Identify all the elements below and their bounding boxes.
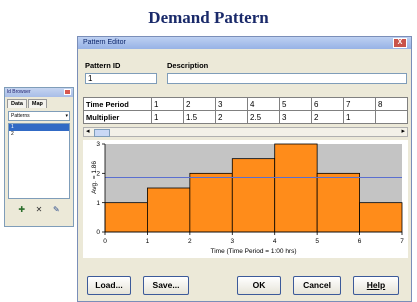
x-tick-label: 7 [400, 238, 404, 245]
multiplier-row: Multiplier 1 1.5 2 2.5 3 2 1 [83, 110, 408, 124]
pattern-chart: 0 1 2 3 4 5 6 70123Avg. = 1.86Time (Time Period… [83, 140, 408, 258]
period-cell: 7 [343, 97, 376, 111]
chart-bar [274, 143, 318, 233]
browser-tabs: Data Map [5, 99, 73, 108]
time-period-label: Time Period [83, 97, 152, 111]
y-tick-label: 0 [96, 229, 100, 236]
list-item[interactable]: 1 [9, 124, 69, 131]
y-tick-label: 1 [96, 200, 100, 207]
scroll-left-icon[interactable]: ◂ [86, 128, 90, 136]
tab-map[interactable]: Map [27, 99, 47, 108]
multiplier-label: Multiplier [83, 110, 152, 124]
multiplier-cell[interactable]: 2 [215, 110, 248, 124]
ok-button[interactable]: OK [237, 276, 281, 295]
multiplier-cell[interactable]: 1 [151, 110, 184, 124]
pattern-editor-window: Pattern Editor X Pattern ID 1 Descriptio… [77, 36, 412, 302]
multiplier-cell[interactable]: 2 [311, 110, 344, 124]
cancel-button[interactable]: Cancel [293, 276, 341, 295]
period-cell: 3 [215, 97, 248, 111]
edit-icon[interactable]: ✎ [53, 205, 60, 214]
slide-title: Demand Pattern [148, 8, 269, 27]
category-dropdown-value: Patterns [11, 113, 30, 119]
description-field[interactable] [167, 73, 407, 84]
x-tick-label: 6 [358, 238, 362, 245]
multiplier-cell[interactable]: 1 [343, 110, 376, 124]
chart-bar [316, 172, 360, 233]
y-tick-label: 3 [96, 141, 100, 148]
load-button[interactable]: Load... [87, 276, 131, 295]
pattern-id-label: Pattern ID [85, 61, 121, 70]
x-tick-label: 3 [230, 238, 234, 245]
help-button[interactable]: Help [353, 276, 399, 295]
description-label: Description [167, 61, 209, 70]
chart-bar [189, 172, 233, 233]
average-label: Avg. = 1.86 [91, 161, 98, 194]
category-dropdown[interactable]: Patterns ▾ [8, 111, 70, 121]
close-button[interactable]: X [393, 38, 407, 48]
multiplier-grid: Time Period 1 2 3 4 5 6 7 8 Multiplier 1… [83, 97, 408, 124]
period-cell: 2 [183, 97, 216, 111]
x-axis-label: Time (Time Period = 1:00 hrs) [210, 248, 296, 255]
save-button[interactable]: Save... [143, 276, 189, 295]
delete-icon[interactable]: ✕ [36, 205, 43, 214]
x-tick-label: 5 [315, 238, 319, 245]
period-cell: 8 [375, 97, 408, 111]
multiplier-cell[interactable]: 3 [279, 110, 312, 124]
period-cell: 4 [247, 97, 280, 111]
time-period-row: Time Period 1 2 3 4 5 6 7 8 [83, 97, 408, 111]
data-browser-window: ld Browser Data Map Patterns ▾ 1 2 ✚ ✕ ✎ [4, 87, 74, 227]
x-tick-label: 0 [103, 238, 107, 245]
x-tick-label: 2 [188, 238, 192, 245]
multiplier-cell[interactable] [375, 110, 408, 124]
browser-close-button[interactable] [64, 89, 71, 95]
x-tick-label: 4 [273, 238, 277, 245]
multiplier-cell[interactable]: 2.5 [247, 110, 280, 124]
scroll-right-icon[interactable]: ▸ [401, 128, 405, 136]
chart-bar [147, 187, 191, 233]
pattern-id-field[interactable]: 1 [85, 73, 157, 84]
chevron-down-icon: ▾ [65, 113, 68, 119]
grid-scrollbar[interactable]: ◂ ▸ [83, 127, 408, 137]
add-icon[interactable]: ✚ [18, 205, 25, 214]
x-tick-label: 1 [146, 238, 150, 245]
chart-bar [104, 202, 148, 233]
multiplier-cell[interactable]: 1.5 [183, 110, 216, 124]
browser-toolbar: ✚ ✕ ✎ [5, 205, 73, 214]
editor-title: Pattern Editor [83, 39, 126, 46]
pattern-list: 1 2 [8, 123, 70, 199]
period-cell: 6 [311, 97, 344, 111]
scroll-thumb[interactable] [94, 129, 110, 137]
tab-data[interactable]: Data [7, 99, 27, 108]
chart-bar [359, 202, 403, 233]
period-cell: 1 [151, 97, 184, 111]
browser-titlebar: ld Browser [5, 88, 73, 97]
browser-title: ld Browser [7, 89, 31, 95]
editor-titlebar: Pattern Editor X [78, 37, 411, 49]
list-item[interactable]: 2 [9, 131, 69, 138]
chart-bar [231, 158, 276, 233]
period-cell: 5 [279, 97, 312, 111]
